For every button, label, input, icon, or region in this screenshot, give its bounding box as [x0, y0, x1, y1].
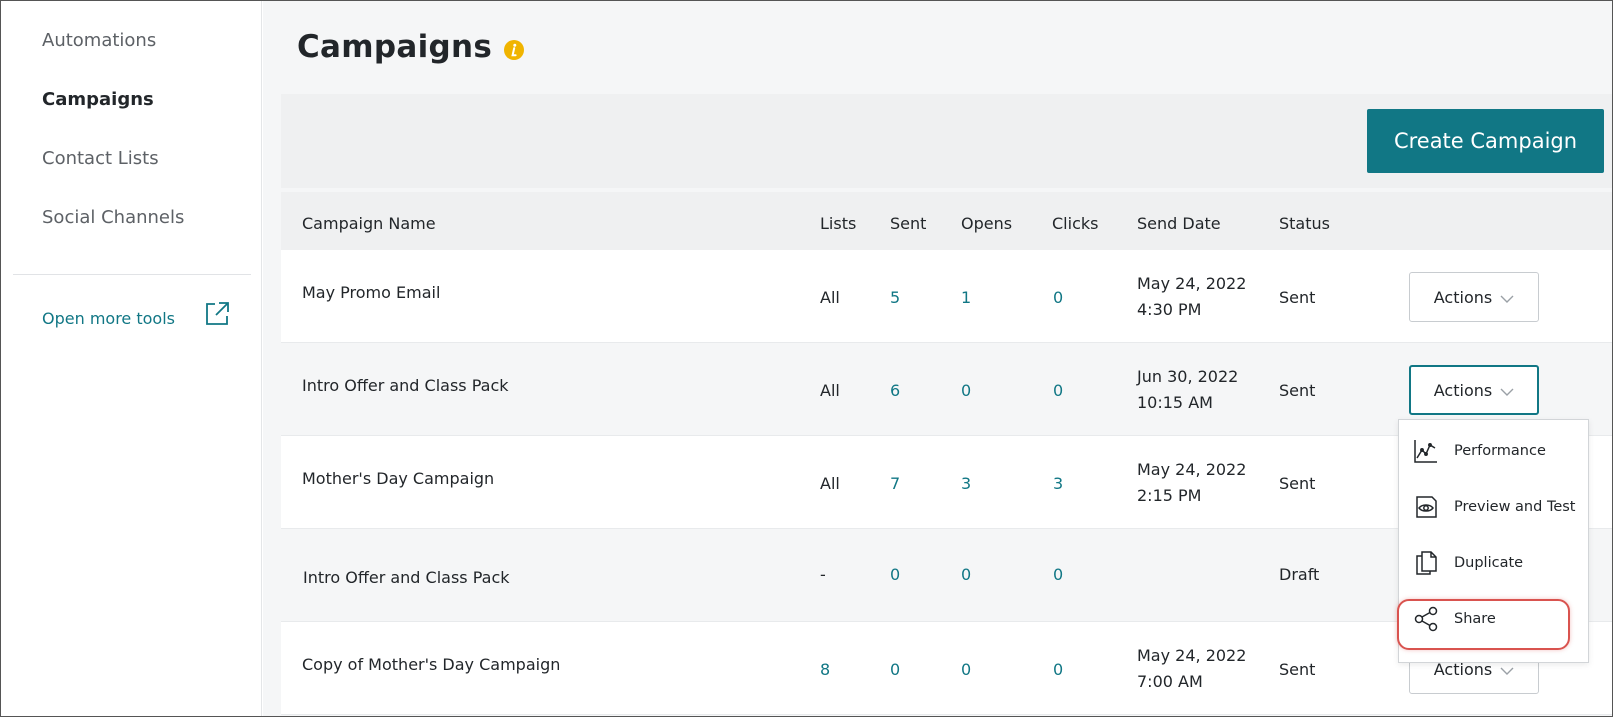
cell-sent[interactable]: 5: [890, 288, 900, 307]
cell-opens[interactable]: 0: [961, 660, 971, 679]
cell-send-date: Jun 30, 2022 10:15 AM: [1137, 364, 1238, 416]
menu-item-label: Preview and Test: [1454, 499, 1576, 515]
cell-opens[interactable]: 0: [961, 565, 971, 584]
cell-sent[interactable]: 0: [890, 565, 900, 584]
send-time: 2:15 PM: [1137, 486, 1202, 505]
menu-item-performance[interactable]: Performance: [1399, 423, 1588, 479]
chevron-down-icon: [1500, 288, 1514, 307]
app-frame: Automations Campaigns Contact Lists Soci…: [0, 0, 1613, 717]
create-campaign-button[interactable]: Create Campaign: [1367, 109, 1604, 173]
cell-send-date: May 24, 2022 2:15 PM: [1137, 457, 1246, 509]
status-text: Sent: [1279, 474, 1316, 493]
actions-label: Actions: [1433, 287, 1493, 307]
eye-icon: [1413, 494, 1439, 520]
actions-label: Actions: [1433, 380, 1493, 400]
table-row[interactable]: May Promo Email All 5 1 0 May 24, 2022 4…: [281, 250, 1612, 343]
column-header-opens[interactable]: Opens: [961, 214, 1012, 233]
open-more-tools-label: Open more tools: [42, 309, 175, 328]
menu-item-duplicate[interactable]: Duplicate: [1399, 535, 1588, 591]
status-text: Sent: [1279, 288, 1316, 307]
campaign-name[interactable]: Intro Offer and Class Pack: [302, 376, 509, 395]
menu-item-label: Share: [1454, 611, 1496, 627]
table-header: Campaign Name Lists Sent Opens Clicks Se…: [281, 192, 1612, 250]
column-header-clicks[interactable]: Clicks: [1052, 214, 1098, 233]
menu-item-preview-and-test[interactable]: Preview and Test: [1399, 479, 1588, 535]
cell-lists: All: [820, 288, 840, 307]
cell-lists: -: [820, 565, 826, 584]
cell-send-date: May 24, 2022 4:30 PM: [1137, 271, 1246, 323]
cell-clicks[interactable]: 0: [1053, 381, 1063, 400]
menu-item-share[interactable]: Share: [1399, 591, 1588, 647]
cell-send-date: May 24, 2022 7:00 AM: [1137, 643, 1246, 695]
cell-clicks[interactable]: 0: [1053, 565, 1063, 584]
info-icon[interactable]: [503, 39, 525, 65]
sidebar: Automations Campaigns Contact Lists Soci…: [1, 1, 262, 716]
cell-opens[interactable]: 0: [961, 381, 971, 400]
menu-item-label: Performance: [1454, 443, 1546, 459]
performance-chart-icon: [1413, 438, 1439, 464]
send-date: Jun 30, 2022: [1137, 367, 1239, 386]
column-header-send-date[interactable]: Send Date: [1137, 214, 1221, 233]
sidebar-item-campaigns[interactable]: Campaigns: [42, 89, 154, 110]
cell-opens[interactable]: 1: [961, 288, 971, 307]
campaign-name[interactable]: Copy of Mother's Day Campaign: [302, 655, 560, 674]
send-time: 10:15 AM: [1137, 393, 1213, 412]
cell-sent[interactable]: 0: [890, 660, 900, 679]
cell-sent[interactable]: 6: [890, 381, 900, 400]
campaign-name[interactable]: May Promo Email: [302, 283, 440, 302]
status-text: Sent: [1279, 660, 1316, 679]
column-header-sent[interactable]: Sent: [890, 214, 926, 233]
cell-clicks[interactable]: 3: [1053, 474, 1063, 493]
campaign-name[interactable]: Mother's Day Campaign: [302, 469, 494, 488]
sidebar-item-automations[interactable]: Automations: [42, 30, 156, 51]
cell-lists: All: [820, 474, 840, 493]
send-time: 4:30 PM: [1137, 300, 1202, 319]
cell-opens[interactable]: 3: [961, 474, 971, 493]
cell-sent[interactable]: 7: [890, 474, 900, 493]
column-header-campaign-name[interactable]: Campaign Name: [302, 214, 436, 233]
actions-button-open[interactable]: Actions: [1409, 365, 1539, 415]
actions-dropdown-menu: Performance Preview and Test Duplicate S…: [1398, 419, 1589, 663]
cell-clicks[interactable]: 0: [1053, 288, 1063, 307]
send-date: May 24, 2022: [1137, 646, 1247, 665]
column-header-lists[interactable]: Lists: [820, 214, 856, 233]
sidebar-item-contact-lists[interactable]: Contact Lists: [42, 148, 159, 169]
toolbar: Create Campaign: [281, 94, 1612, 188]
send-date: May 24, 2022: [1137, 460, 1247, 479]
cell-lists: All: [820, 381, 840, 400]
cell-clicks[interactable]: 0: [1053, 660, 1063, 679]
actions-button[interactable]: Actions: [1409, 272, 1539, 322]
send-date: May 24, 2022: [1137, 274, 1247, 293]
send-time: 7:00 AM: [1137, 672, 1203, 691]
sidebar-item-social-channels[interactable]: Social Channels: [42, 207, 184, 228]
share-icon: [1413, 606, 1439, 632]
duplicate-icon: [1413, 550, 1439, 576]
campaign-name[interactable]: Intro Offer and Class Pack: [303, 568, 510, 587]
status-text: Draft: [1279, 565, 1320, 584]
column-header-status[interactable]: Status: [1279, 214, 1330, 233]
page-title: Campaigns: [297, 29, 493, 65]
external-link-icon: [204, 301, 230, 331]
open-more-tools-link[interactable]: Open more tools: [42, 302, 229, 328]
status-text: Sent: [1279, 381, 1316, 400]
sidebar-divider: [13, 274, 251, 275]
menu-item-label: Duplicate: [1454, 555, 1524, 571]
cell-lists[interactable]: 8: [820, 660, 830, 679]
chevron-down-icon: [1500, 381, 1514, 400]
